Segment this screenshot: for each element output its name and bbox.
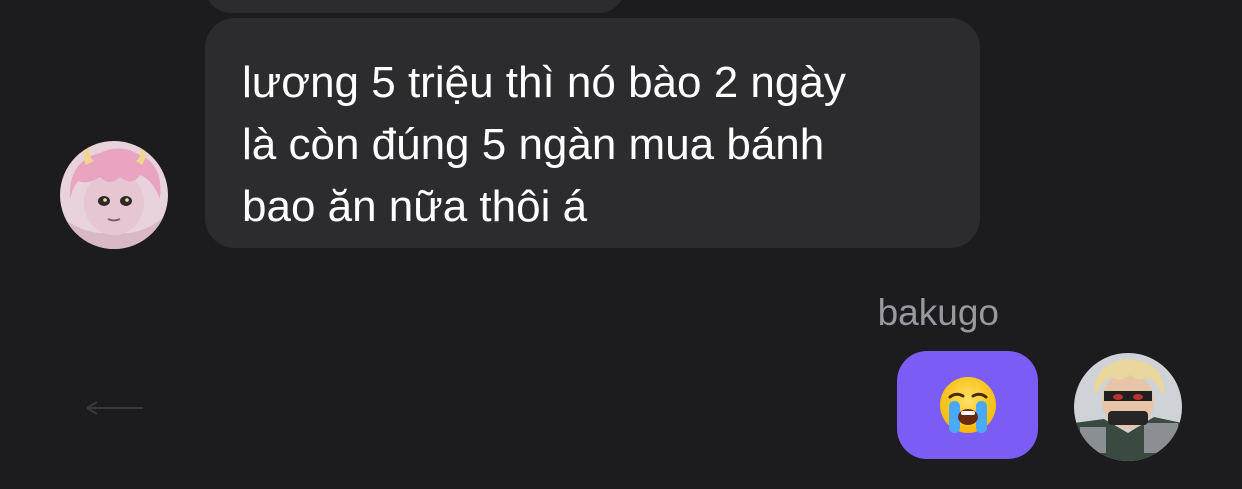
my-avatar[interactable]	[1074, 353, 1182, 461]
blond-hero-character-icon	[1074, 353, 1182, 461]
previous-message-bubble[interactable]	[205, 0, 625, 13]
faint-reply-arrow-icon	[86, 401, 143, 415]
incoming-message-bubble[interactable]: lương 5 triệu thì nó bào 2 ngày là còn đ…	[205, 18, 980, 248]
loudly-crying-face-emoji-icon	[939, 377, 996, 433]
outgoing-message-bubble[interactable]	[897, 351, 1038, 459]
incoming-message-text: lương 5 triệu thì nó bào 2 ngày là còn đ…	[242, 58, 846, 231]
sender-avatar[interactable]	[60, 141, 168, 249]
sender-name-label: bakugo	[877, 292, 999, 333]
chat-screen: lương 5 triệu thì nó bào 2 ngày là còn đ…	[0, 0, 1242, 489]
pink-hair-character-icon	[60, 141, 168, 249]
